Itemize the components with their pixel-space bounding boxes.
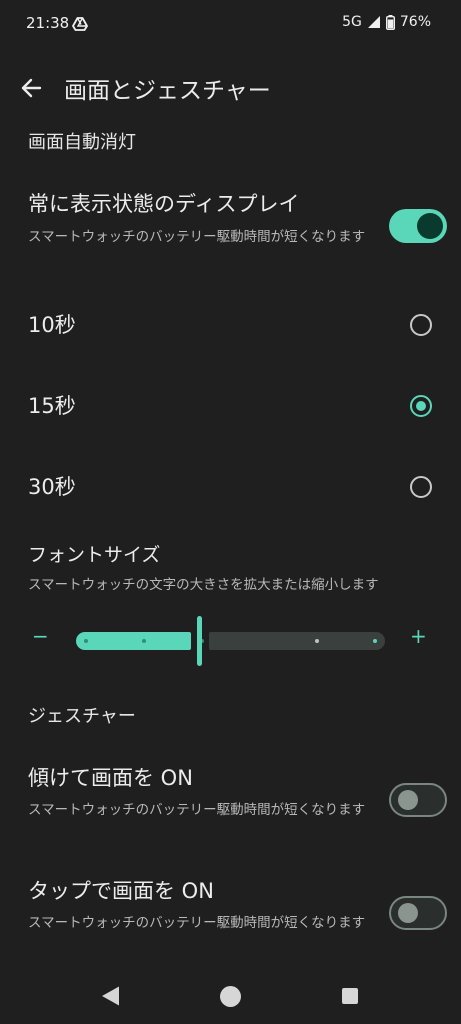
navigation-bar [0, 970, 461, 1024]
plus-icon[interactable]: + [410, 626, 430, 646]
timeout-option-30s[interactable]: 30秒 [0, 457, 461, 517]
toggle-thumb [398, 790, 418, 810]
section-header-screen-timeout: 画面自動消灯 [28, 132, 136, 153]
toggle-thumb [417, 213, 443, 239]
page-title: 画面とジェスチャー [64, 78, 271, 104]
nav-back-icon[interactable] [100, 985, 120, 1007]
font-size-slider[interactable]: − + [0, 612, 461, 668]
network-type: 5G [342, 14, 362, 30]
toggle-thumb [398, 903, 418, 923]
font-size-title: フォントサイズ [28, 544, 161, 566]
tap-to-wake-title: タップで画面を ON [28, 879, 214, 903]
timeout-option-label: 30秒 [28, 475, 76, 499]
section-header-gestures: ジェスチャー [28, 706, 136, 727]
radio-button[interactable] [410, 476, 432, 498]
app-bar: 画面とジェスチャー [0, 62, 461, 112]
nav-home-icon[interactable] [220, 986, 241, 1007]
radio-button[interactable] [410, 314, 432, 336]
timeout-option-label: 15秒 [28, 394, 76, 418]
timeout-option-10s[interactable]: 10秒 [0, 295, 461, 355]
slider-tick [373, 639, 377, 643]
always-on-display-toggle[interactable] [389, 209, 447, 243]
timeout-option-label: 10秒 [28, 313, 76, 337]
battery-percent: 76% [399, 14, 431, 30]
slider-tick [141, 639, 146, 643]
slider-inactive-track [209, 632, 385, 650]
tap-to-wake-subtitle: スマートウォッチのバッテリー駆動時間が短くなります [28, 915, 366, 931]
status-right: 5G 76% [342, 14, 431, 30]
minus-icon[interactable]: − [32, 626, 49, 646]
tilt-to-wake-title: 傾けて画面を ON [28, 766, 193, 790]
status-time: 21:38 [26, 14, 70, 32]
signal-icon [367, 16, 380, 28]
google-drive-icon [72, 17, 88, 31]
tilt-to-wake-subtitle: スマートウォッチのバッテリー駆動時間が短くなります [28, 802, 366, 818]
always-on-display-title: 常に表示状態のディスプレイ [28, 192, 300, 216]
timeout-option-15s[interactable]: 15秒 [0, 376, 461, 436]
font-size-subtitle: スマートウォッチの文字の大きさを拡大または縮小します [28, 577, 379, 593]
always-on-display-subtitle: スマートウォッチのバッテリー駆動時間が短くなります [28, 229, 366, 245]
tap-to-wake-toggle[interactable] [389, 896, 447, 930]
nav-recents-icon[interactable] [342, 988, 358, 1004]
arrow-back-icon[interactable] [18, 74, 46, 102]
slider-active-track [76, 632, 191, 650]
slider-tick [84, 639, 88, 643]
tilt-to-wake-toggle[interactable] [389, 783, 447, 817]
radio-button-selected[interactable] [410, 395, 432, 417]
slider-thumb[interactable] [197, 616, 202, 666]
status-bar: 21:38 5G 76% [0, 0, 461, 50]
battery-icon [385, 14, 395, 30]
